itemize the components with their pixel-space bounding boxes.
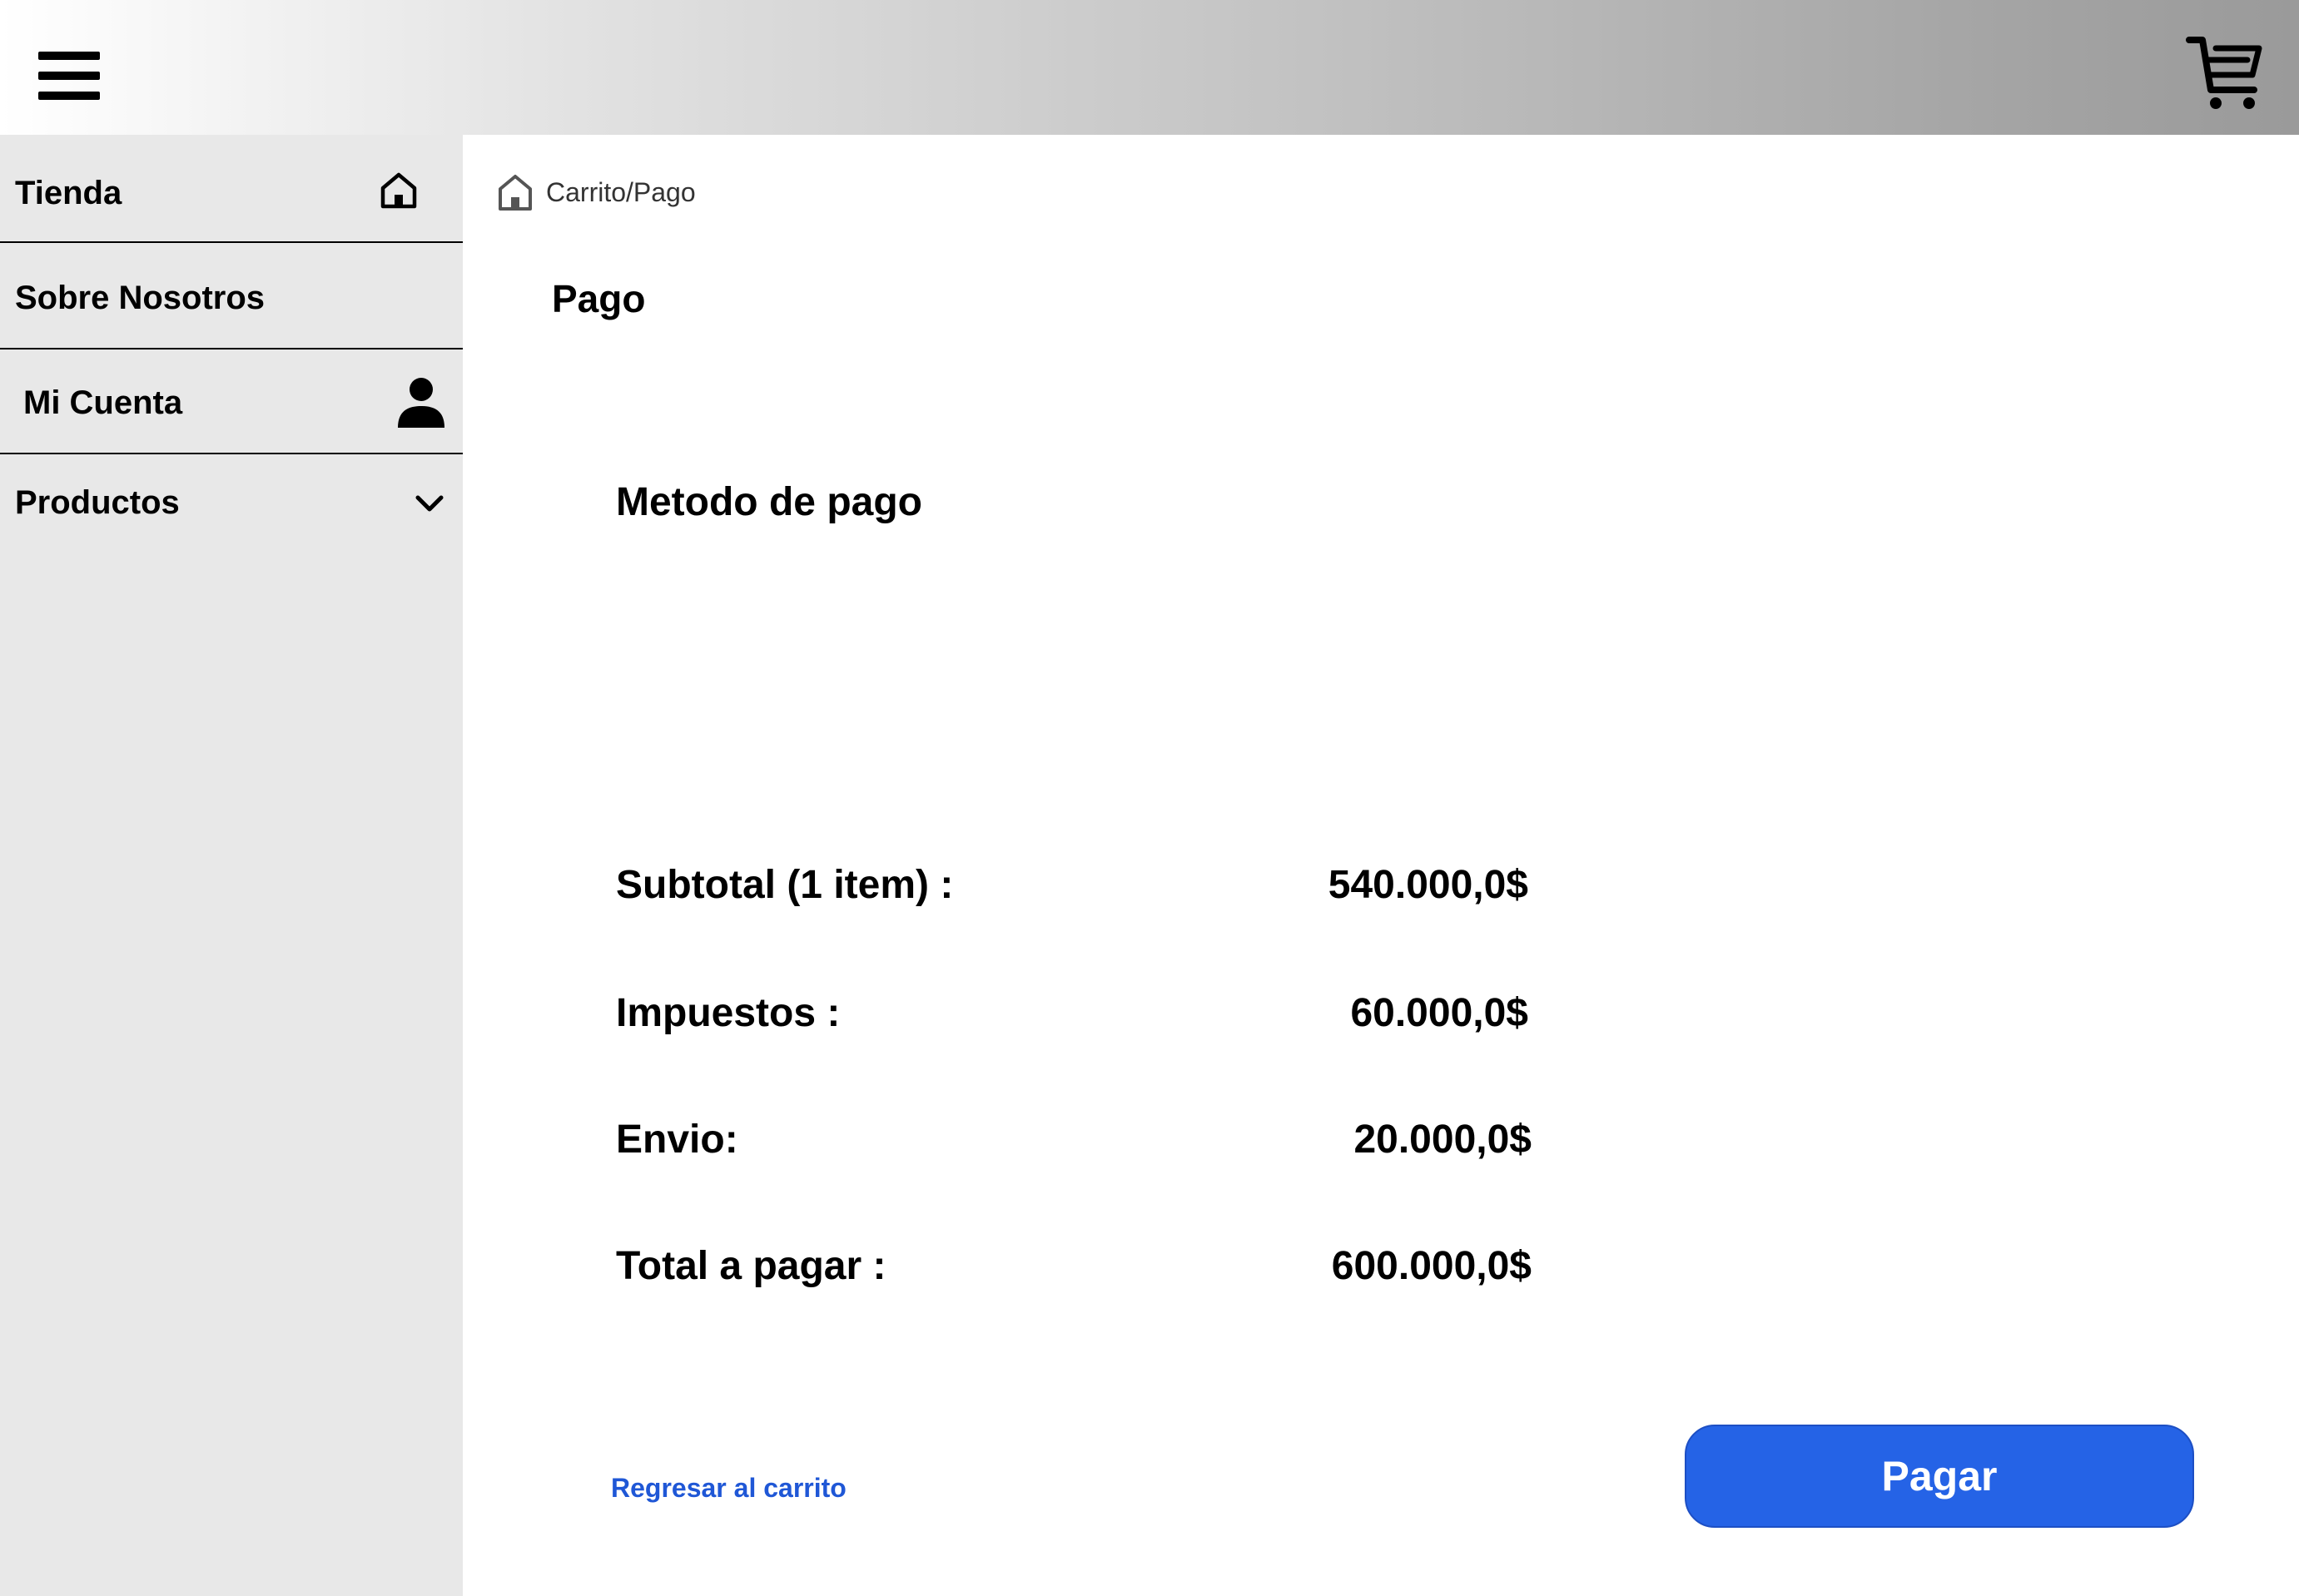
page-title: Pago <box>552 277 646 320</box>
summary-value: 600.000,0$ <box>1331 1244 1532 1288</box>
sidebar-item-label: Sobre Nosotros <box>15 280 266 316</box>
summary-label: Impuestos : <box>616 991 841 1035</box>
sidebar-item-productos[interactable]: Productos <box>0 454 469 544</box>
menu-bar <box>38 72 100 80</box>
home-icon[interactable] <box>496 172 534 212</box>
menu-bar <box>38 92 100 100</box>
breadcrumb: Carrito/Pago <box>496 171 696 213</box>
top-header <box>0 0 2299 135</box>
summary-row-subtotal: Subtotal (1 item) : 540.000,0$ <box>616 862 1532 920</box>
user-icon <box>398 378 444 428</box>
summary-label: Subtotal (1 item) : <box>616 863 954 907</box>
chevron-down-icon <box>415 495 444 512</box>
summary-row-envio: Envio: 20.000,0$ <box>616 1117 1532 1175</box>
pay-button[interactable]: Pagar <box>1685 1425 2194 1528</box>
sidebar-item-label: Mi Cuenta <box>23 384 183 421</box>
summary-row-impuestos: Impuestos : 60.000,0$ <box>616 990 1532 1048</box>
payment-method-title: Metodo de pago <box>616 480 922 524</box>
breadcrumb-path[interactable]: Carrito/Pago <box>546 177 696 208</box>
summary-value: 20.000,0$ <box>1353 1118 1532 1162</box>
sidebar-item-label: Productos <box>15 484 180 521</box>
sidebar-item-tienda[interactable]: Tienda <box>0 135 463 243</box>
shopping-cart-icon[interactable] <box>2182 30 2266 113</box>
menu-bar <box>38 52 100 60</box>
sidebar-item-label: Tienda <box>15 175 122 211</box>
back-to-cart-link[interactable]: Regresar al carrito <box>611 1473 847 1504</box>
home-icon <box>380 172 417 209</box>
summary-value: 60.000,0$ <box>1350 991 1528 1035</box>
sidebar: Tienda Sobre Nosotros Mi Cuenta Producto… <box>0 135 463 1596</box>
summary-label: Envio: <box>616 1118 738 1162</box>
summary-value: 540.000,0$ <box>1328 863 1528 907</box>
sidebar-item-sobre-nosotros[interactable]: Sobre Nosotros <box>0 243 463 349</box>
summary-row-total: Total a pagar : 600.000,0$ <box>616 1243 1532 1301</box>
hamburger-menu-icon[interactable] <box>32 47 107 110</box>
summary-label: Total a pagar : <box>616 1244 886 1288</box>
sidebar-item-mi-cuenta[interactable]: Mi Cuenta <box>0 349 463 454</box>
